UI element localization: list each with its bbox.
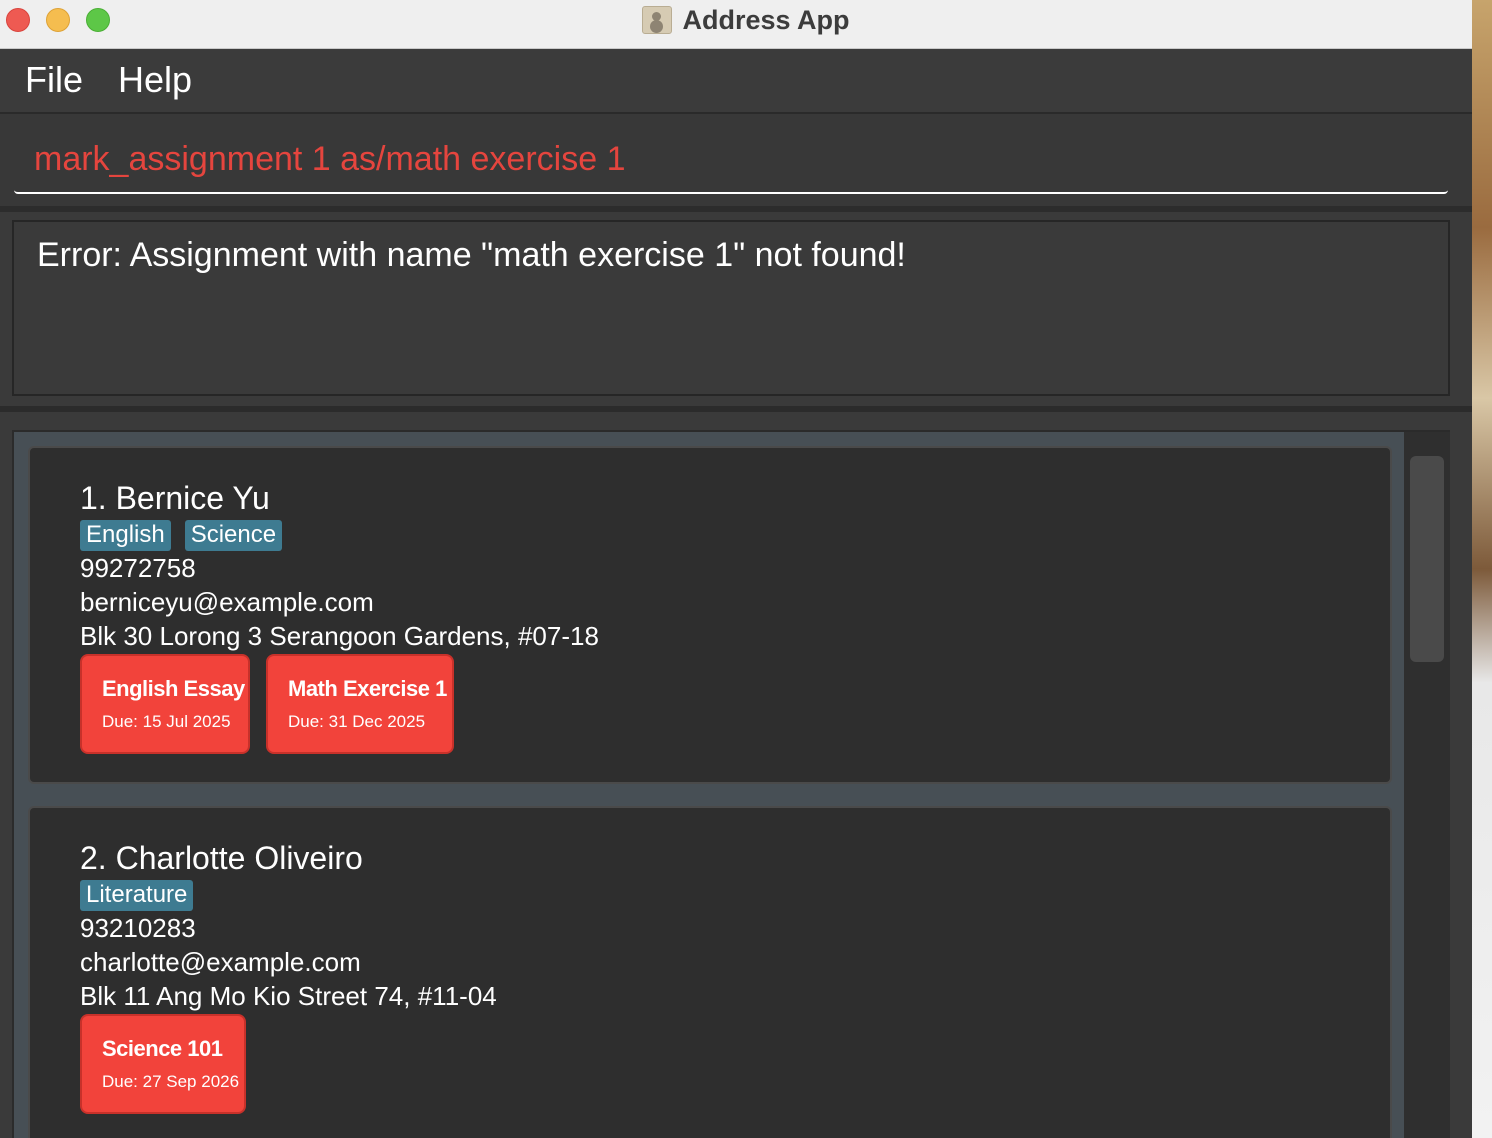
scrollbar[interactable] (1404, 432, 1450, 1138)
desktop-background (1472, 0, 1492, 1138)
person-address: Blk 30 Lorong 3 Serangoon Gardens, #07-1… (80, 621, 599, 651)
window-title: Address App (682, 4, 850, 35)
scrollbar-thumb[interactable] (1410, 456, 1444, 662)
command-input[interactable]: mark_assignment 1 as/math exercise 1 (14, 134, 1448, 194)
tag: Science (184, 520, 283, 551)
person-name: 1. Bernice Yu (80, 480, 270, 516)
command-text: mark_assignment 1 as/math exercise 1 (34, 140, 626, 178)
person-email: charlotte@example.com (80, 947, 361, 977)
person-name: 2. Charlotte Oliveiro (80, 840, 363, 876)
window-title-group: Address App (0, 0, 1472, 40)
menu-help[interactable]: Help (118, 59, 192, 101)
person-card[interactable]: 1. Bernice Yu English Science 99272758 b… (28, 446, 1392, 784)
person-address: Blk 11 Ang Mo Kio Street 74, #11-04 (80, 981, 497, 1011)
assignment-name: English Essay (102, 676, 245, 701)
title-bar: Address App (0, 0, 1472, 49)
menu-file[interactable]: File (25, 59, 83, 101)
tag-list: Literature (80, 880, 194, 911)
tag: Literature (80, 880, 194, 911)
command-box-panel: mark_assignment 1 as/math exercise 1 (0, 114, 1472, 206)
assignment-card[interactable]: Science 101 Due: 27 Sep 2026 (80, 1014, 246, 1114)
person-card[interactable]: 2. Charlotte Oliveiro Literature 9321028… (28, 806, 1392, 1138)
divider (0, 406, 1472, 412)
assignment-list: English Essay Due: 15 Jul 2025 Math Exer… (80, 654, 454, 754)
assignment-name: Math Exercise 1 (288, 676, 447, 701)
assignment-due: Due: 27 Sep 2026 (102, 1072, 240, 1091)
assignment-name: Science 101 (102, 1036, 223, 1061)
assignment-list: Science 101 Due: 27 Sep 2026 (80, 1014, 246, 1114)
assignment-due: Due: 15 Jul 2025 (102, 712, 231, 731)
assignment-due: Due: 31 Dec 2025 (288, 712, 426, 731)
person-email: berniceyu@example.com (80, 587, 374, 617)
assignment-card[interactable]: Math Exercise 1 Due: 31 Dec 2025 (266, 654, 454, 754)
divider (0, 206, 1472, 212)
person-phone: 99272758 (80, 553, 196, 583)
result-display[interactable]: Error: Assignment with name "math exerci… (12, 220, 1450, 396)
address-book-icon (642, 6, 673, 34)
person-list-panel[interactable]: 1. Bernice Yu English Science 99272758 b… (12, 430, 1450, 1138)
tag: English (80, 520, 171, 551)
tag-list: English Science (80, 520, 283, 551)
assignment-card[interactable]: English Essay Due: 15 Jul 2025 (80, 654, 250, 754)
menu-bar: File Help (0, 49, 1472, 114)
app-window: Address App File Help mark_assignment 1 … (0, 0, 1472, 1138)
result-message: Error: Assignment with name "math exerci… (37, 236, 906, 274)
person-phone: 93210283 (80, 913, 196, 943)
